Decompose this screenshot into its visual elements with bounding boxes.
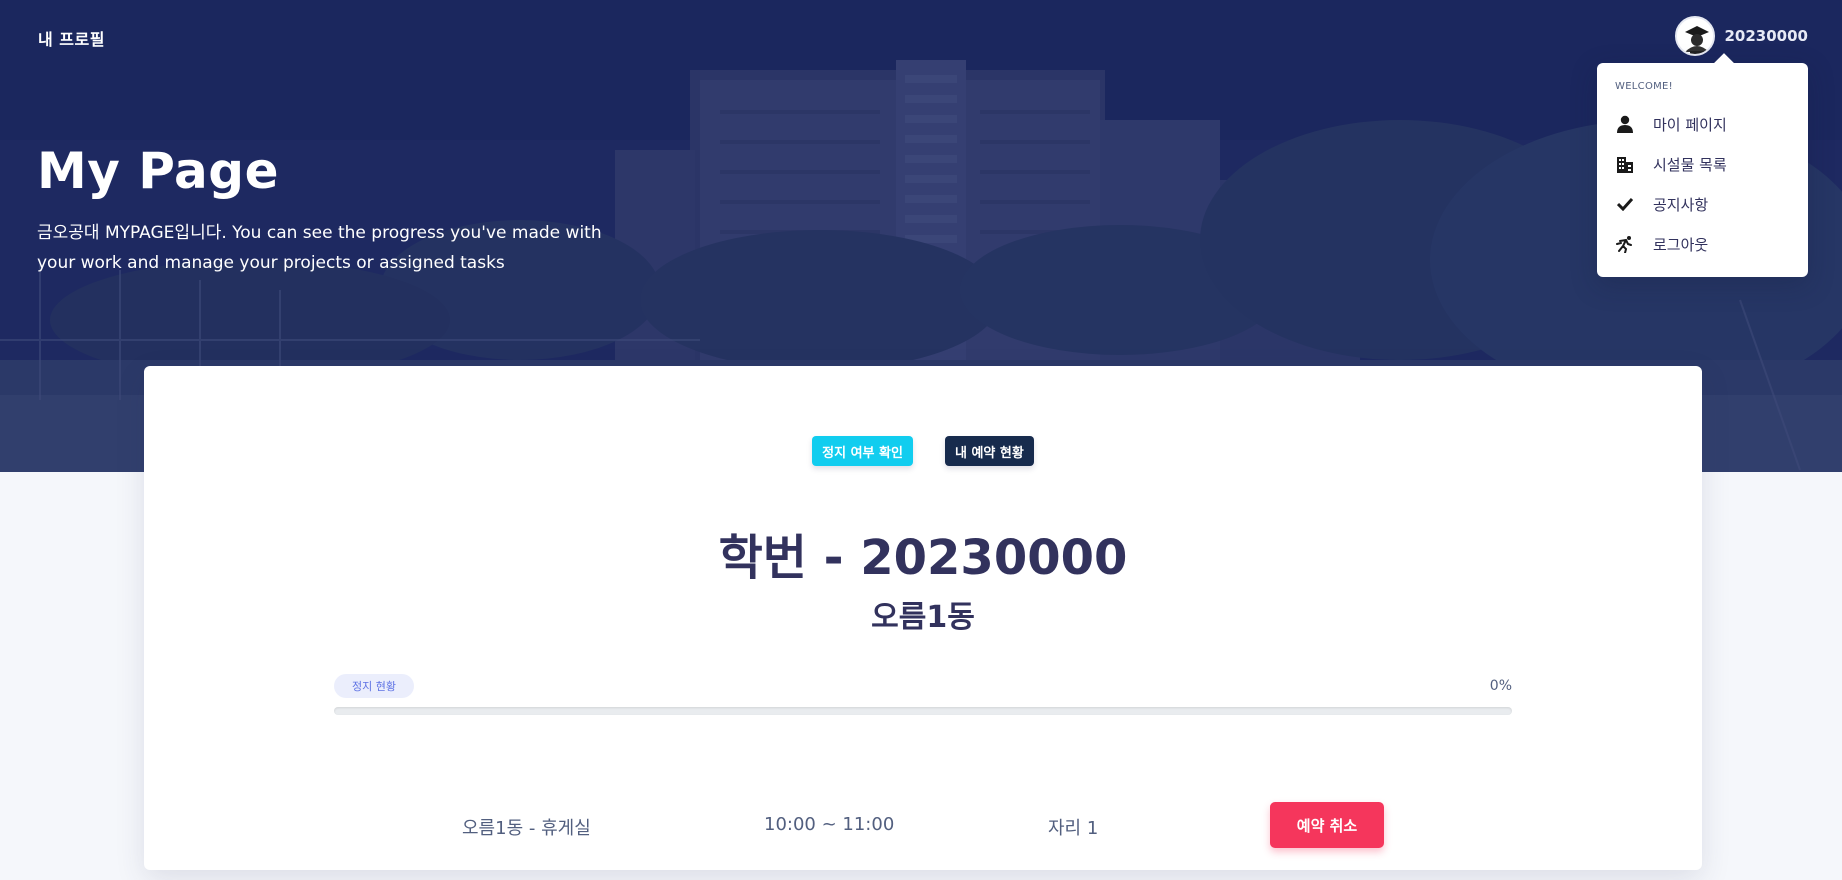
user-menu-toggle[interactable]: 20230000	[1674, 16, 1809, 56]
avatar	[1674, 16, 1715, 56]
student-id-heading: 학번 - 20230000	[718, 530, 1128, 586]
reservation-room: 오름1동 - 휴게실	[462, 818, 591, 839]
reservation-row: 오름1동 - 휴게실 10:00 ~ 11:00 자리 1 예약 취소	[144, 802, 1702, 848]
menu-item-notices[interactable]: 공지사항	[1597, 184, 1808, 224]
menu-item-my-page[interactable]: 마이 페이지	[1597, 104, 1808, 144]
check-icon	[1615, 194, 1635, 214]
reservation-seat: 자리 1	[1048, 818, 1099, 839]
menu-item-facility-list[interactable]: 시설물 목록	[1597, 144, 1808, 184]
card-button-row: 정지 여부 확인 내 예약 현황	[144, 436, 1702, 466]
progress-percent: 0%	[1489, 678, 1512, 694]
my-reservations-button[interactable]: 내 예약 현황	[944, 436, 1034, 466]
reservation-time: 10:00 ~ 11:00	[764, 814, 895, 835]
progress-track	[334, 707, 1512, 715]
profile-card: 정지 여부 확인 내 예약 현황 학번 - 20230000 오름1동 정지 현…	[144, 366, 1702, 870]
page-title: My Page	[37, 142, 280, 200]
menu-item-label: 마이 페이지	[1653, 115, 1727, 134]
menu-item-label: 로그아웃	[1653, 235, 1709, 254]
menu-item-logout[interactable]: 로그아웃	[1597, 224, 1808, 264]
user-icon	[1615, 114, 1635, 134]
progress-label: 정지 현황	[334, 674, 414, 698]
building-name: 오름1동	[871, 600, 975, 635]
suspension-progress: 정지 현황 0%	[334, 674, 1512, 715]
building-icon	[1615, 154, 1635, 174]
page-description: 금오공대 MYPAGE입니다. You can see the progress…	[37, 223, 602, 273]
menu-item-label: 시설물 목록	[1653, 155, 1727, 174]
menu-item-label: 공지사항	[1653, 195, 1709, 214]
check-suspension-button[interactable]: 정지 여부 확인	[812, 436, 913, 466]
navbar-brand[interactable]: 내 프로필	[38, 26, 105, 50]
cancel-reservation-button[interactable]: 예약 취소	[1270, 802, 1384, 848]
navbar-user-id: 20230000	[1724, 27, 1809, 45]
user-dropdown-menu: WELCOME! 마이 페이지 시설물 목록 공지사항 로그아웃	[1597, 63, 1808, 277]
running-icon	[1615, 234, 1635, 254]
avatar-image-icon	[1676, 18, 1713, 54]
dropdown-header: WELCOME!	[1615, 81, 1673, 92]
